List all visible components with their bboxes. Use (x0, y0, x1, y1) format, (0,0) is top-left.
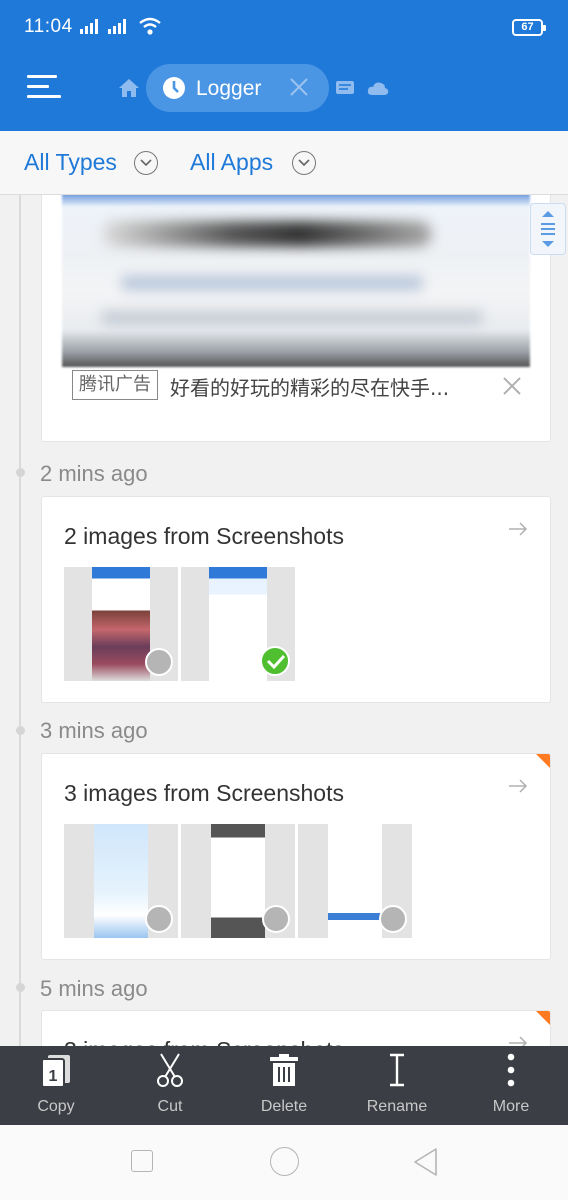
arrow-right-icon[interactable] (508, 1035, 528, 1046)
image-thumbnail[interactable] (181, 824, 295, 938)
copy-badge: 1 (49, 1068, 58, 1085)
all-types-filter[interactable]: All Types (24, 149, 117, 176)
group-time: 2 mins ago (40, 461, 148, 486)
select-circle[interactable] (379, 905, 407, 933)
more-vertical-icon (461, 1052, 561, 1088)
status-time: 11:04 (24, 16, 73, 37)
rename-button[interactable]: Rename (347, 1046, 447, 1125)
all-apps-filter[interactable]: All Apps (190, 149, 273, 176)
group-time: 5 mins ago (40, 976, 148, 1001)
screenshot-group-card[interactable]: 3 images from Screenshots (41, 1010, 551, 1046)
arrow-right-icon[interactable] (508, 778, 528, 794)
cloud-tab-icon[interactable] (367, 79, 389, 97)
image-thumbnail[interactable] (181, 567, 295, 681)
filter-bar: All Types All Apps (0, 131, 568, 195)
image-thumbnail[interactable] (64, 567, 178, 681)
new-flag (536, 1011, 550, 1025)
status-bar: 11:04 67 (0, 0, 568, 56)
cell-signal-icon (80, 19, 98, 34)
select-circle[interactable] (145, 648, 173, 676)
ad-card[interactable]: 腾讯广告 好看的好玩的精彩的尽在快手... (41, 195, 551, 442)
more-label: More (492, 1098, 530, 1115)
close-icon[interactable] (502, 376, 522, 396)
timeline-dot (16, 983, 25, 992)
tab-logger[interactable]: Logger (146, 64, 329, 112)
text-cursor-icon (347, 1052, 447, 1088)
copy-label: Copy (37, 1098, 75, 1115)
action-toolbar: 1 Copy Cut Delete Rename More (0, 1046, 568, 1125)
image-thumbnail[interactable] (64, 824, 178, 938)
ad-tag: 腾讯广告 (72, 370, 158, 400)
copy-button[interactable]: 1 Copy (6, 1046, 106, 1125)
wifi-icon (139, 17, 161, 35)
arrow-right-icon[interactable] (508, 521, 528, 537)
image-thumbnail[interactable] (298, 824, 412, 938)
home-icon[interactable] (118, 78, 140, 98)
screenshot-group-card[interactable]: 3 images from Screenshots (41, 753, 551, 960)
timeline-dot (16, 468, 25, 477)
clock-icon (163, 77, 185, 99)
scissors-icon (120, 1052, 220, 1088)
new-flag (536, 754, 550, 768)
group-title: 3 images from Screenshots (64, 1037, 344, 1046)
back-button[interactable] (412, 1147, 440, 1177)
message-tab-icon[interactable] (335, 79, 355, 97)
selected-check-icon[interactable] (260, 646, 290, 676)
ad-text[interactable]: 好看的好玩的精彩的尽在快手... (170, 372, 449, 401)
app-bar: 11:04 67 Logger (0, 0, 568, 131)
select-circle[interactable] (145, 905, 173, 933)
group-time: 3 mins ago (40, 718, 148, 743)
copy-icon: 1 (6, 1052, 106, 1088)
tab-label: Logger (196, 77, 262, 100)
select-circle[interactable] (262, 905, 290, 933)
cut-button[interactable]: Cut (120, 1046, 220, 1125)
timeline-dot (16, 726, 25, 735)
fast-scroll-handle[interactable] (530, 203, 566, 255)
chevron-down-icon[interactable] (134, 151, 158, 175)
cut-label: Cut (157, 1098, 183, 1115)
trash-icon (234, 1052, 334, 1088)
group-title: 2 images from Screenshots (64, 523, 344, 549)
delete-button[interactable]: Delete (234, 1046, 334, 1125)
more-button[interactable]: More (461, 1046, 561, 1125)
recents-button[interactable] (131, 1150, 153, 1172)
menu-icon[interactable] (27, 72, 61, 102)
ad-banner-image[interactable] (62, 195, 530, 367)
home-button[interactable] (270, 1147, 299, 1176)
timeline-line (19, 195, 21, 1046)
system-nav-bar (0, 1125, 568, 1200)
delete-label: Delete (260, 1098, 308, 1115)
timeline-content[interactable]: 腾讯广告 好看的好玩的精彩的尽在快手... 2 mins ago 2 image… (0, 195, 568, 1046)
group-title: 3 images from Screenshots (64, 780, 344, 806)
rename-label: Rename (366, 1098, 428, 1115)
tab-close-icon[interactable] (289, 77, 309, 97)
chevron-down-icon[interactable] (292, 151, 316, 175)
cell-signal-2-icon (108, 19, 126, 34)
battery-indicator: 67 (512, 19, 546, 36)
screenshot-group-card[interactable]: 2 images from Screenshots (41, 496, 551, 703)
